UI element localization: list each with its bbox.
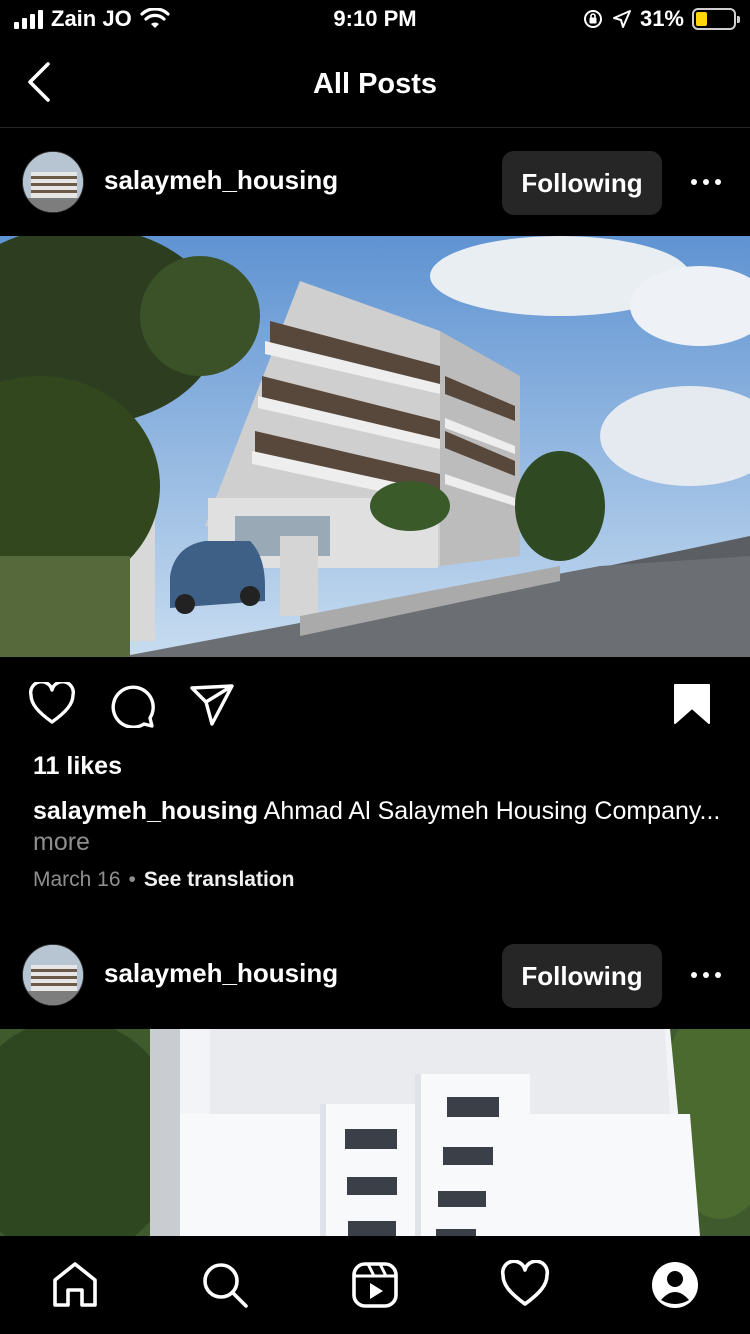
post-caption: salaymeh_housing Ahmad Al Salaymeh Housi… [33,796,723,858]
orientation-lock-icon [583,10,602,28]
caption-text: Ahmad Al Salaymeh Housing Company... [263,797,721,825]
battery-level [696,12,708,26]
ellipsis-icon [691,179,721,185]
comment-button[interactable] [108,682,156,733]
post-meta: March 16 • See translation [33,868,294,892]
post-image[interactable] [0,1029,750,1236]
avatar[interactable] [22,151,84,213]
page-title: All Posts [312,68,438,100]
username[interactable]: salaymeh_housing [104,958,338,989]
meta-separator: • [128,868,136,891]
search-icon [203,1263,248,1308]
building-render-image [0,236,750,657]
caption-more-link[interactable]: more [33,828,90,856]
save-button[interactable] [672,682,712,731]
see-translation-link[interactable]: See translation [144,868,295,891]
share-button[interactable] [188,682,236,733]
battery-icon [692,8,740,30]
heart-icon [29,680,75,724]
more-options-button[interactable] [682,167,730,197]
tab-reels[interactable] [350,1260,400,1310]
caption-username[interactable]: salaymeh_housing [33,797,258,825]
tab-profile[interactable] [650,1260,700,1310]
like-button[interactable] [28,680,76,731]
home-icon [53,1262,97,1307]
post-image[interactable] [0,236,750,657]
battery-percent: 31% [639,6,684,31]
avatar[interactable] [22,944,84,1006]
tab-activity[interactable] [500,1259,550,1310]
following-button[interactable]: Following [502,151,662,215]
status-bar-right: 31% [582,6,740,32]
profile-icon [652,1262,698,1308]
nav-header: All Posts [0,40,750,128]
likes-count[interactable]: 11 likes [33,752,122,781]
status-bar: Zain JO 9:10 PM 31% [0,0,750,40]
following-button[interactable]: Following [502,944,662,1008]
location-icon [612,10,631,28]
more-options-button[interactable] [682,960,730,990]
post-date: March 16 [33,868,121,891]
bookmark-icon [674,684,710,724]
tab-home[interactable] [50,1260,100,1310]
reels-icon [352,1262,398,1308]
activity-heart-icon [500,1259,550,1306]
tab-search[interactable] [200,1260,250,1310]
avatar-building-image [23,152,83,212]
comment-icon [111,685,155,729]
ellipsis-icon [691,972,721,978]
tab-bar [0,1236,750,1334]
post-actions [0,660,750,750]
share-icon [190,684,234,726]
post-header: salaymeh_housing Following [0,922,750,1028]
avatar-building-image [23,945,83,1005]
username[interactable]: salaymeh_housing [104,165,338,196]
building-aerial-image [0,1029,750,1236]
post-header: salaymeh_housing Following [0,129,750,235]
